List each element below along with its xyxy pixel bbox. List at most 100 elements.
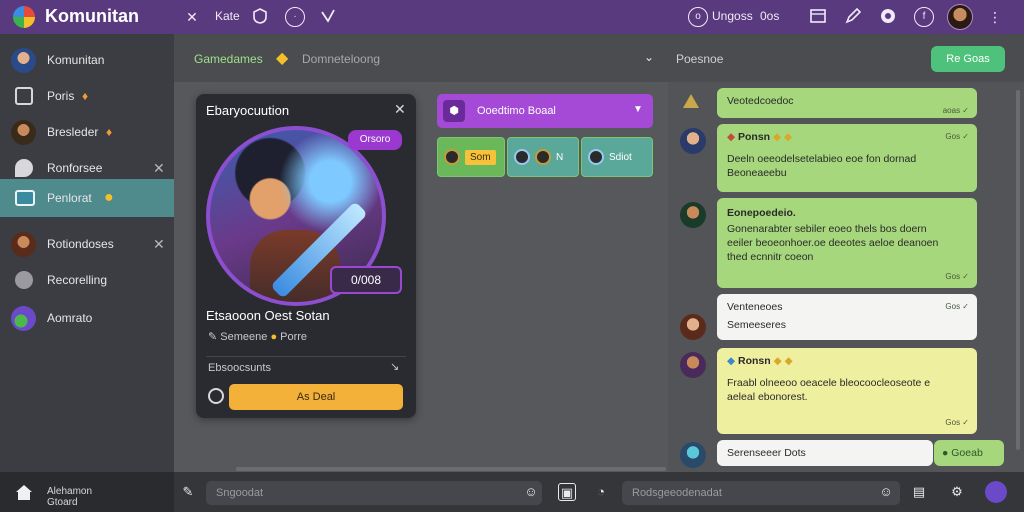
option-sdiot[interactable]: Sdiot	[581, 137, 653, 177]
option-label: N	[556, 151, 564, 163]
pen-icon[interactable]	[843, 7, 863, 27]
close-icon[interactable]: ✕	[394, 101, 406, 118]
card-stat-badge: 0/008	[330, 266, 402, 294]
sidebar-item-penlorat[interactable]: Penlorat ●	[0, 179, 174, 217]
avatar-icon	[588, 149, 604, 165]
chat-action-button[interactable]: Re Goas	[931, 46, 1005, 72]
avatar[interactable]	[680, 352, 706, 378]
check-icon[interactable]	[318, 7, 338, 27]
message-text: Veotedcoedoc	[727, 95, 794, 107]
avatar[interactable]	[680, 314, 706, 340]
hero-card: Ebaryocuution ✕ Orsoro 0/008 Etsaooon Oe…	[196, 94, 416, 418]
message-text: thed ecnnitr coeon	[727, 251, 814, 263]
chat-header: Poesnoe Re Goas	[668, 34, 1024, 82]
avatar[interactable]	[680, 202, 706, 228]
location-icon	[15, 159, 33, 177]
window-icon[interactable]	[808, 7, 828, 27]
center-header: Gamedames ◆ Domneteloong ⌄	[174, 34, 668, 82]
sidebar-item-rotiondoses[interactable]: Rotiondoses ✕	[0, 226, 174, 262]
message-input-right[interactable]: Rodsgeeodenadat	[622, 481, 900, 505]
sidebar-item-label: Bresleder	[47, 125, 99, 139]
message-text: Fraabl olneeoo oeacele bleocoocleoseote …	[727, 377, 931, 389]
sidebar-item-aomrato[interactable]: Aomrato	[0, 300, 174, 336]
info-icon	[15, 271, 33, 289]
message-text: aeleal ebonorest.	[727, 391, 808, 403]
close-icon[interactable]: ✕	[182, 7, 202, 27]
sidebar-item-label: Komunitan	[47, 53, 105, 67]
gem-icon: ◆	[276, 50, 289, 67]
main-scrollbar[interactable]	[236, 467, 666, 471]
arrow-icon[interactable]: ↘	[390, 360, 399, 373]
footer-line-2: Gtoard	[47, 497, 78, 508]
card-sub-right: Porre	[280, 331, 308, 343]
option-n[interactable]: N	[507, 137, 579, 177]
shield-icon[interactable]	[250, 7, 270, 27]
avatar[interactable]	[680, 442, 706, 468]
sidebar-item-label: Aomrato	[47, 311, 93, 325]
close-icon[interactable]: ✕	[153, 236, 165, 253]
image-icon[interactable]: ▤	[910, 483, 928, 501]
image-icon	[15, 190, 35, 206]
message-author-name: Ronsn	[738, 355, 771, 367]
sticker-icon[interactable]: ▣	[558, 483, 576, 501]
sidebar-item-bresleder[interactable]: Bresleder ♦	[0, 114, 174, 150]
chat-message: ◆ Ponsn ◆ ◆ Gos ✓ Deeln oeeodelsetelabie…	[717, 124, 977, 192]
chat-message: Veotedcoedoc aoas ✓	[717, 88, 977, 118]
sidebar: Komunitan Poris ♦ Bresleder ♦ Ronforsee …	[0, 34, 174, 472]
gem-icon: ♦	[106, 125, 113, 139]
option-som[interactable]: Som	[437, 137, 505, 177]
message-input-left[interactable]: Sngoodat	[206, 481, 542, 505]
message-author: ◆ Ronsn ◆ ◆	[727, 355, 793, 367]
emoji-icon[interactable]: ☺	[877, 483, 895, 501]
message-author-name: Ponsn	[738, 131, 771, 143]
chevron-down-icon[interactable]: ⌄	[644, 50, 654, 64]
tab-domneteloong[interactable]: Domneteloong	[302, 52, 380, 66]
topbar-label[interactable]: Kate	[215, 9, 240, 23]
close-icon[interactable]: ✕	[153, 160, 165, 177]
divider	[206, 356, 406, 357]
message-text: Venteneoes	[727, 301, 783, 313]
settings-icon[interactable]: ⚙	[948, 483, 966, 501]
message-author: Eonepoedeio.	[727, 207, 796, 219]
card-sub-left: Semeene	[220, 331, 268, 343]
more-menu-icon[interactable]: ⋮	[985, 7, 1005, 27]
chat-message: Serenseeer Dots	[717, 440, 933, 466]
sidebar-item-poris[interactable]: Poris ♦	[0, 78, 174, 114]
message-meta: aoas ✓	[942, 106, 969, 115]
home-icon	[15, 87, 33, 105]
profile-avatar[interactable]	[985, 481, 1007, 503]
card-pill-badge: Orsoro	[348, 130, 402, 150]
status-icon: o	[688, 7, 708, 27]
sidebar-item-recorelling[interactable]: Recorelling	[0, 262, 174, 298]
user-avatar[interactable]	[947, 4, 973, 30]
clock-icon[interactable]: ◔	[592, 483, 610, 501]
message-text: eeiler beoeonhoer.oe deeotes aeloe deano…	[727, 237, 939, 249]
chat-message: Venteneoes Semeeseres Gos ✓	[717, 294, 977, 340]
message-text: Deeln oeeodelsetelabieo eoe fon dornad	[727, 153, 917, 165]
avatar-icon	[444, 149, 460, 165]
avatar-icon	[11, 119, 36, 145]
settings-icon[interactable]	[208, 388, 224, 404]
info-icon[interactable]: f	[914, 7, 934, 27]
avatar-icon	[11, 47, 36, 73]
sidebar-item-label: Ronforsee	[47, 161, 103, 175]
chat-scrollbar[interactable]	[1016, 90, 1020, 450]
home-icon[interactable]	[14, 482, 34, 502]
card-action-button[interactable]: As Deal	[229, 384, 403, 410]
message-meta: Gos ✓	[945, 272, 969, 281]
settings-icon[interactable]	[878, 7, 898, 27]
emoji-icon[interactable]: ☺	[522, 483, 540, 501]
sidebar-item-komunitan[interactable]: Komunitan	[0, 42, 174, 78]
gem-icon: ♦	[82, 89, 89, 103]
chat-chip[interactable]: ● Goeab	[934, 440, 1004, 466]
chat-title: Poesnoe	[676, 52, 724, 66]
message-meta: Gos ✓	[945, 302, 969, 311]
avatar[interactable]	[680, 128, 706, 154]
status-text: Ungoss	[712, 9, 753, 23]
brush-icon[interactable]: ✎	[179, 483, 197, 501]
clock-icon[interactable]: ·	[285, 7, 305, 27]
tab-gamedames[interactable]: Gamedames	[194, 52, 263, 66]
chat-message: ◆ Ronsn ◆ ◆ Fraabl olneeoo oeacele bleoc…	[717, 348, 977, 434]
card-stat-value: 0/008	[350, 273, 382, 287]
mode-dropdown[interactable]: ⬢ Ooedtimo Boaal ▼	[437, 94, 653, 128]
